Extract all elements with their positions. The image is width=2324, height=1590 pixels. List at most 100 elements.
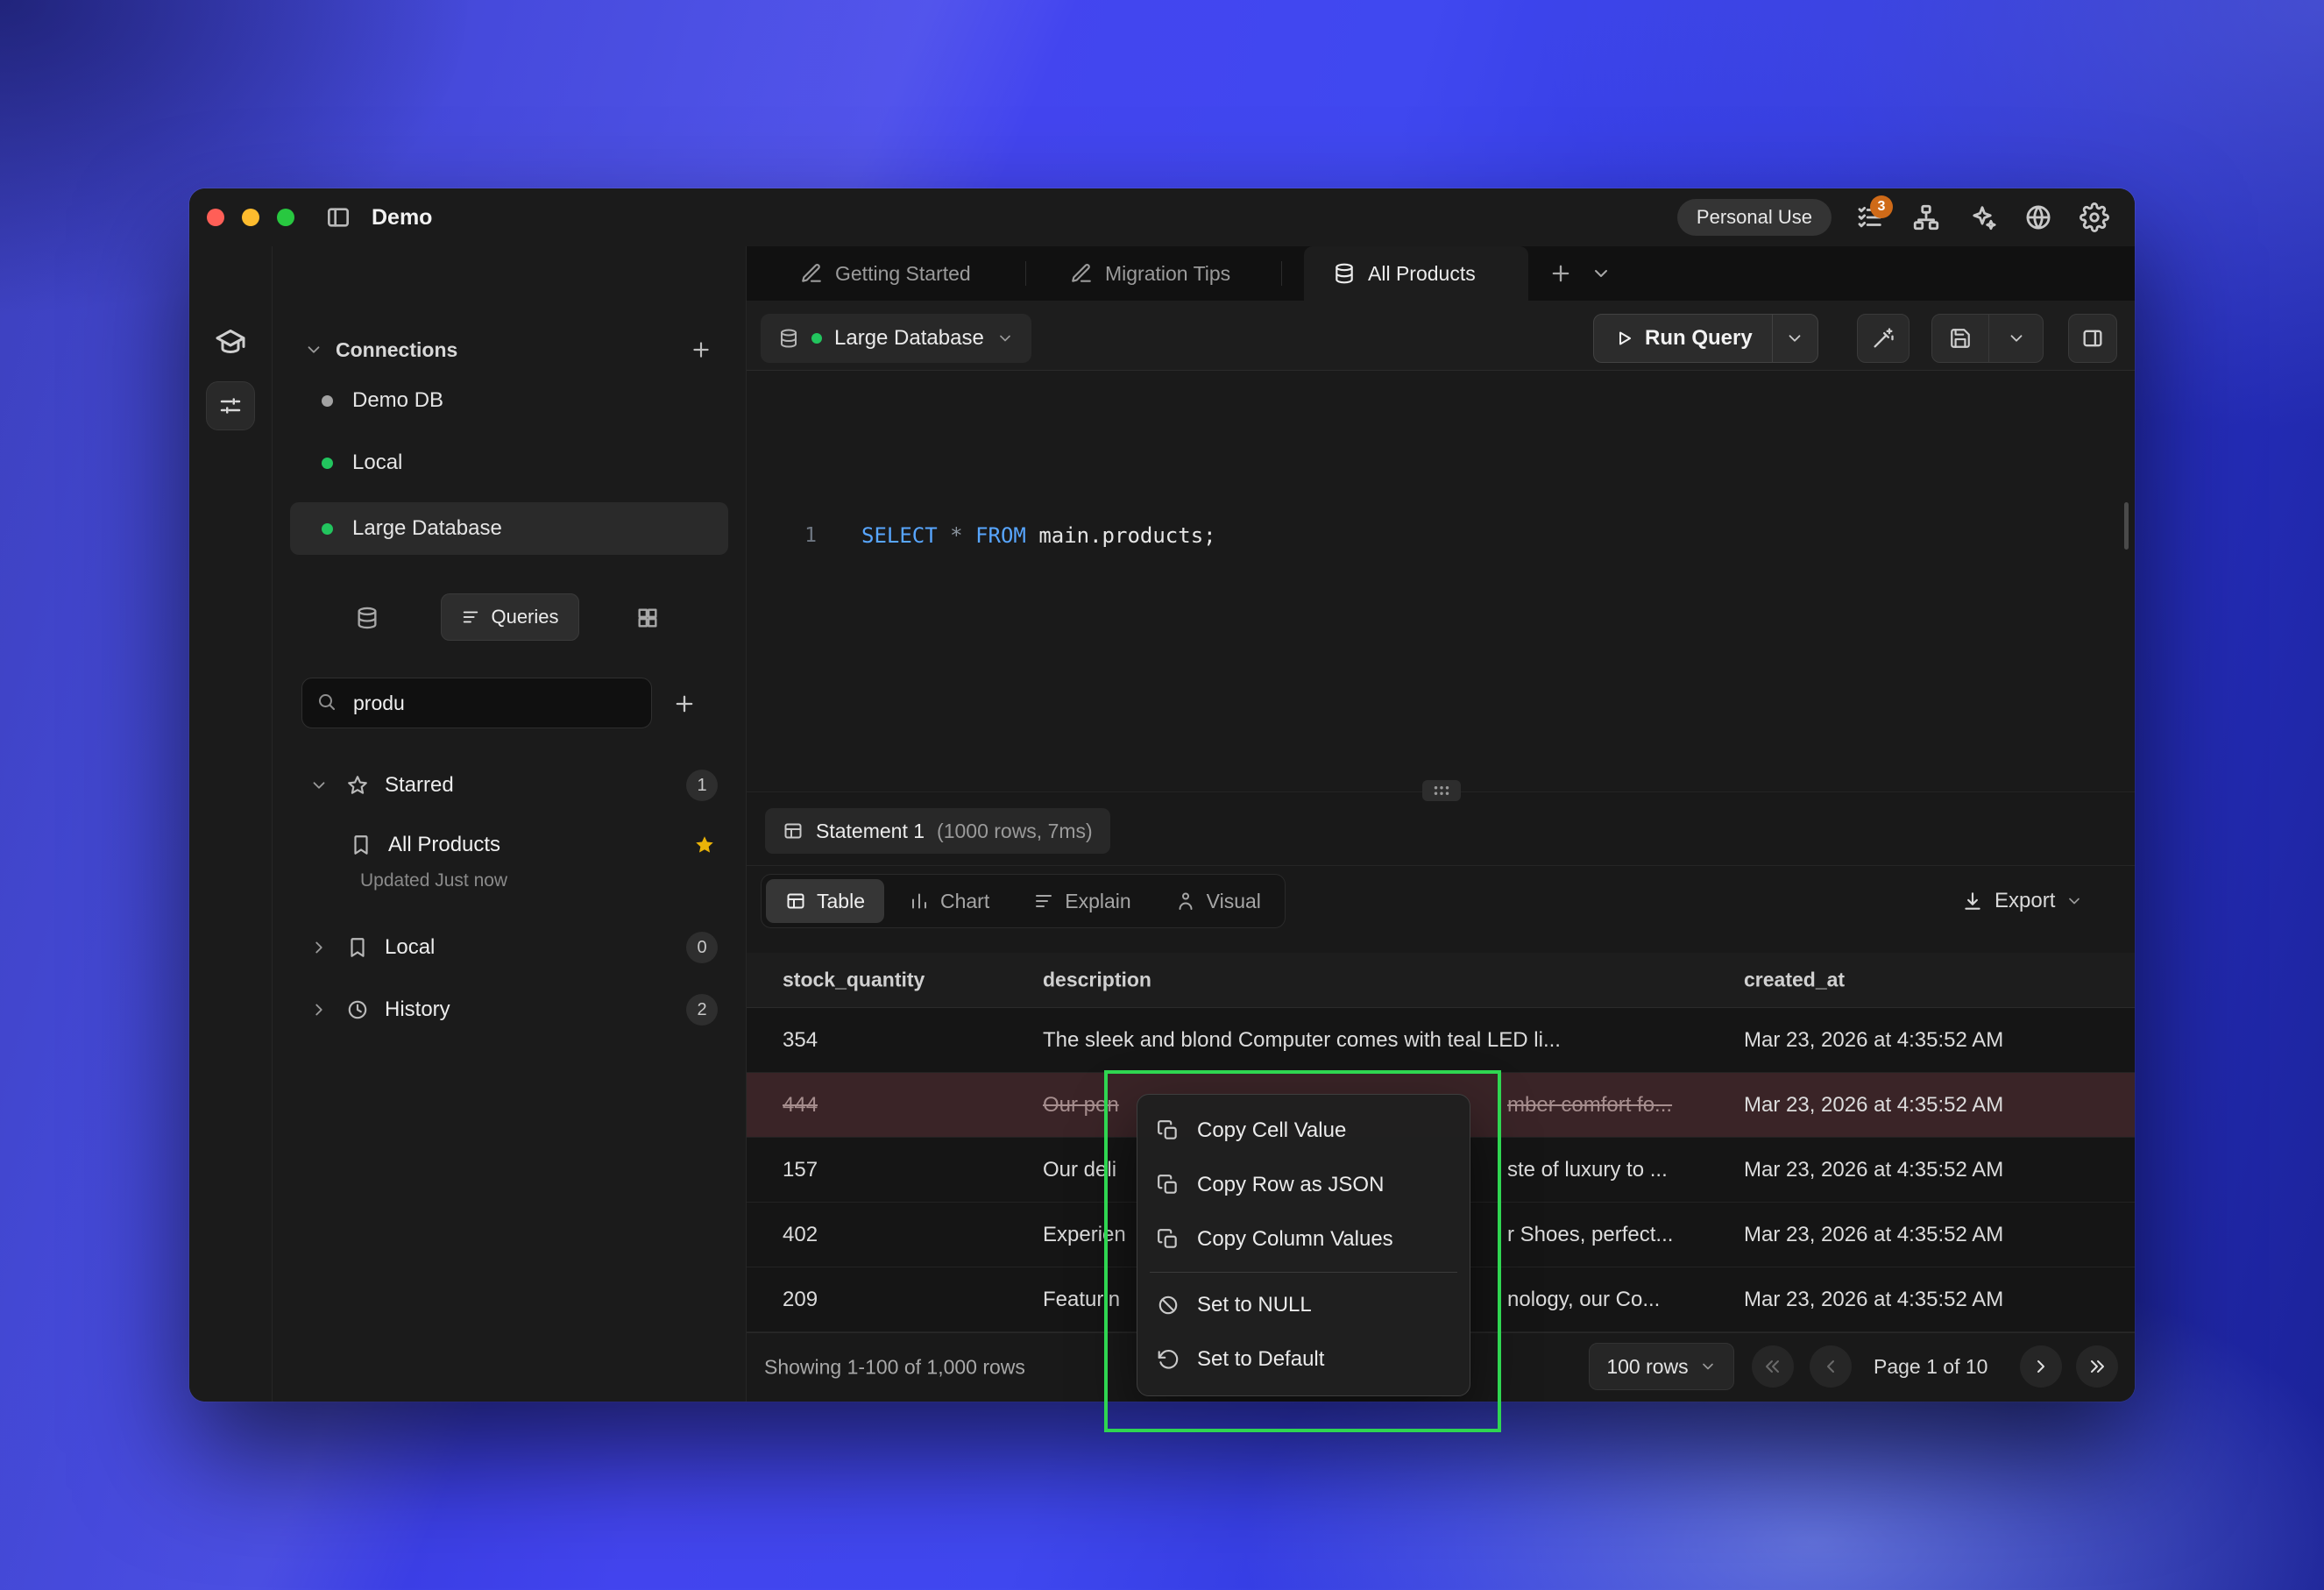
- toggle-panel-button[interactable]: [2068, 314, 2117, 363]
- first-page-button[interactable]: [1752, 1345, 1794, 1388]
- icon-rail: [189, 246, 273, 1402]
- tab-separator: [1281, 261, 1282, 286]
- format-query-button[interactable]: [1857, 314, 1910, 363]
- apps-tab-icon[interactable]: [635, 606, 660, 630]
- column-header-created-at[interactable]: created_at: [1744, 969, 1845, 992]
- bookmark-icon: [346, 936, 369, 959]
- play-icon: [1613, 328, 1634, 349]
- database-icon: [778, 328, 799, 349]
- query-item-subtitle: Updated Just now: [360, 870, 507, 891]
- cell-context-menu: Copy Cell Value Copy Row as JSON Copy Co…: [1137, 1094, 1470, 1396]
- favorite-star-icon[interactable]: [693, 834, 716, 856]
- page-size-selector[interactable]: 100 rows: [1589, 1343, 1734, 1390]
- query-item-all-products[interactable]: All Products: [273, 820, 746, 870]
- queries-icon: [461, 607, 480, 627]
- view-tab-explain[interactable]: Explain: [1014, 879, 1150, 923]
- run-query-dropdown[interactable]: [1772, 315, 1817, 362]
- titlebar: Demo Personal Use 3: [189, 188, 2135, 246]
- person-icon: [1175, 891, 1196, 912]
- minimize-button[interactable]: [242, 209, 259, 226]
- chevron-right-icon: [309, 1000, 329, 1019]
- ai-sparkles-button[interactable]: [1965, 198, 2000, 237]
- menu-item-copy-row-as-json[interactable]: Copy Row as JSON: [1144, 1158, 1463, 1212]
- table-row[interactable]: 354 The sleek and blond Computer comes w…: [747, 1008, 2135, 1073]
- titlebar-actions: Personal Use 3: [1677, 198, 2112, 237]
- menu-item-set-to-default[interactable]: Set to Default: [1144, 1332, 1463, 1387]
- new-tab-button[interactable]: [1541, 253, 1581, 294]
- zoom-button[interactable]: [277, 209, 294, 226]
- personal-use-button[interactable]: Personal Use: [1677, 199, 1832, 236]
- tab-queries[interactable]: Queries: [441, 593, 579, 641]
- sidebar-toggle-button[interactable]: [324, 203, 352, 231]
- learn-icon[interactable]: [215, 327, 246, 363]
- tab-separator: [1025, 261, 1026, 286]
- menu-item-set-to-null[interactable]: Set to NULL: [1144, 1278, 1463, 1332]
- connection-item-local[interactable]: Local: [290, 438, 728, 487]
- connections-rail-button[interactable]: [206, 381, 255, 430]
- previous-page-button[interactable]: [1810, 1345, 1852, 1388]
- connection-status-dot: [811, 333, 822, 344]
- connection-item-large-database[interactable]: Large Database: [290, 502, 728, 555]
- chevron-down-icon[interactable]: [304, 340, 323, 359]
- new-query-button[interactable]: [667, 686, 702, 721]
- editor-scrollbar[interactable]: [2124, 502, 2129, 550]
- run-query-group: Run Query: [1593, 314, 1818, 363]
- panel-right-icon: [2080, 326, 2105, 351]
- results-divider: [747, 865, 2135, 866]
- add-connection-button[interactable]: [690, 338, 712, 361]
- settings-button[interactable]: [2077, 198, 2112, 237]
- run-query-button[interactable]: Run Query: [1594, 315, 1772, 362]
- last-page-button[interactable]: [2076, 1345, 2118, 1388]
- connection-selector[interactable]: Large Database: [761, 314, 1031, 363]
- menu-item-copy-cell-value[interactable]: Copy Cell Value: [1144, 1104, 1463, 1158]
- connection-status-dot: [322, 458, 333, 469]
- copy-icon: [1157, 1174, 1180, 1196]
- tab-getting-started[interactable]: Getting Started: [800, 246, 971, 301]
- database-icon: [1333, 262, 1356, 285]
- search-input[interactable]: [301, 678, 652, 728]
- copy-icon: [1157, 1228, 1180, 1251]
- save-query-button[interactable]: [1932, 315, 1988, 362]
- next-page-button[interactable]: [2020, 1345, 2062, 1388]
- statement-meta: (1000 rows, 7ms): [937, 820, 1093, 843]
- section-history[interactable]: History 2: [273, 985, 746, 1034]
- section-local[interactable]: Local 0: [273, 923, 746, 972]
- connection-item-demo-db[interactable]: Demo DB: [290, 376, 728, 425]
- close-button[interactable]: [207, 209, 224, 226]
- tab-list-chevron[interactable]: [1581, 253, 1621, 294]
- undo-icon: [1157, 1348, 1180, 1371]
- history-clock-icon: [346, 998, 369, 1021]
- column-header-stock-quantity[interactable]: stock_quantity: [783, 969, 925, 992]
- pen-icon: [800, 262, 823, 285]
- copy-icon: [1157, 1119, 1180, 1142]
- chevron-down-icon: [309, 776, 329, 795]
- tasks-button[interactable]: 3: [1853, 198, 1888, 237]
- menu-item-copy-column-values[interactable]: Copy Column Values: [1144, 1212, 1463, 1267]
- star-icon: [346, 774, 369, 797]
- view-tab-visual[interactable]: Visual: [1156, 879, 1280, 923]
- query-tabstrip: Getting Started Migration Tips All Produ…: [747, 246, 2135, 301]
- app-window: Demo Personal Use 3 Connections Demo DB: [189, 188, 2135, 1402]
- chevron-down-icon: [996, 330, 1014, 347]
- tables-tab-icon[interactable]: [355, 606, 379, 630]
- tab-migration-tips[interactable]: Migration Tips: [1070, 246, 1230, 301]
- result-view-switcher: Table Chart Explain Visual: [761, 874, 1286, 928]
- section-starred[interactable]: Starred 1: [273, 761, 746, 810]
- export-button[interactable]: Export: [1961, 874, 2083, 928]
- view-tab-chart[interactable]: Chart: [889, 879, 1009, 923]
- window-title: Demo: [372, 205, 432, 231]
- view-tab-table[interactable]: Table: [766, 879, 884, 923]
- statement-tab[interactable]: Statement 1 (1000 rows, 7ms): [765, 808, 1110, 854]
- tab-all-products[interactable]: All Products: [1304, 246, 1528, 301]
- column-header-description[interactable]: description: [1043, 969, 1151, 992]
- save-dropdown[interactable]: [1988, 315, 2043, 362]
- results-header-row: stock_quantity description created_at: [747, 953, 2135, 1008]
- resize-handle[interactable]: [1422, 780, 1461, 801]
- main-area: Getting Started Migration Tips All Produ…: [747, 246, 2135, 1402]
- sql-editor[interactable]: 1 SELECT * FROM main.products;: [747, 371, 2135, 791]
- schema-button[interactable]: [1909, 198, 1944, 237]
- globe-button[interactable]: [2021, 198, 2056, 237]
- table-icon: [785, 891, 806, 912]
- list-icon: [1033, 891, 1054, 912]
- chevron-down-icon: [2065, 892, 2083, 910]
